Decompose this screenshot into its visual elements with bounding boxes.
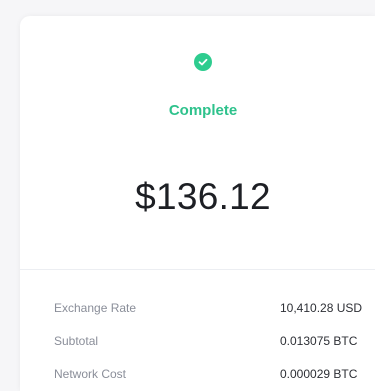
detail-row-subtotal: Subtotal 0.013075 BTC bbox=[54, 334, 374, 354]
detail-value: 10,410.28 USD bbox=[280, 301, 363, 315]
transaction-summary: Complete $136.12 bbox=[20, 16, 375, 270]
transaction-card: Complete $136.12 Exchange Rate 10,410.28… bbox=[20, 16, 375, 391]
detail-label: Exchange Rate bbox=[54, 301, 137, 315]
detail-row-exchange-rate: Exchange Rate 10,410.28 USD bbox=[54, 301, 374, 321]
transaction-amount: $136.12 bbox=[135, 176, 271, 217]
detail-value: 0.000029 BTC bbox=[280, 367, 358, 381]
detail-label: Network Cost bbox=[54, 367, 127, 381]
check-circle-icon bbox=[194, 53, 212, 71]
detail-row-network-cost: Network Cost 0.000029 BTC bbox=[54, 367, 374, 387]
detail-label: Subtotal bbox=[54, 334, 99, 348]
detail-value: 0.013075 BTC bbox=[280, 334, 358, 348]
status-label: Complete bbox=[168, 102, 238, 119]
